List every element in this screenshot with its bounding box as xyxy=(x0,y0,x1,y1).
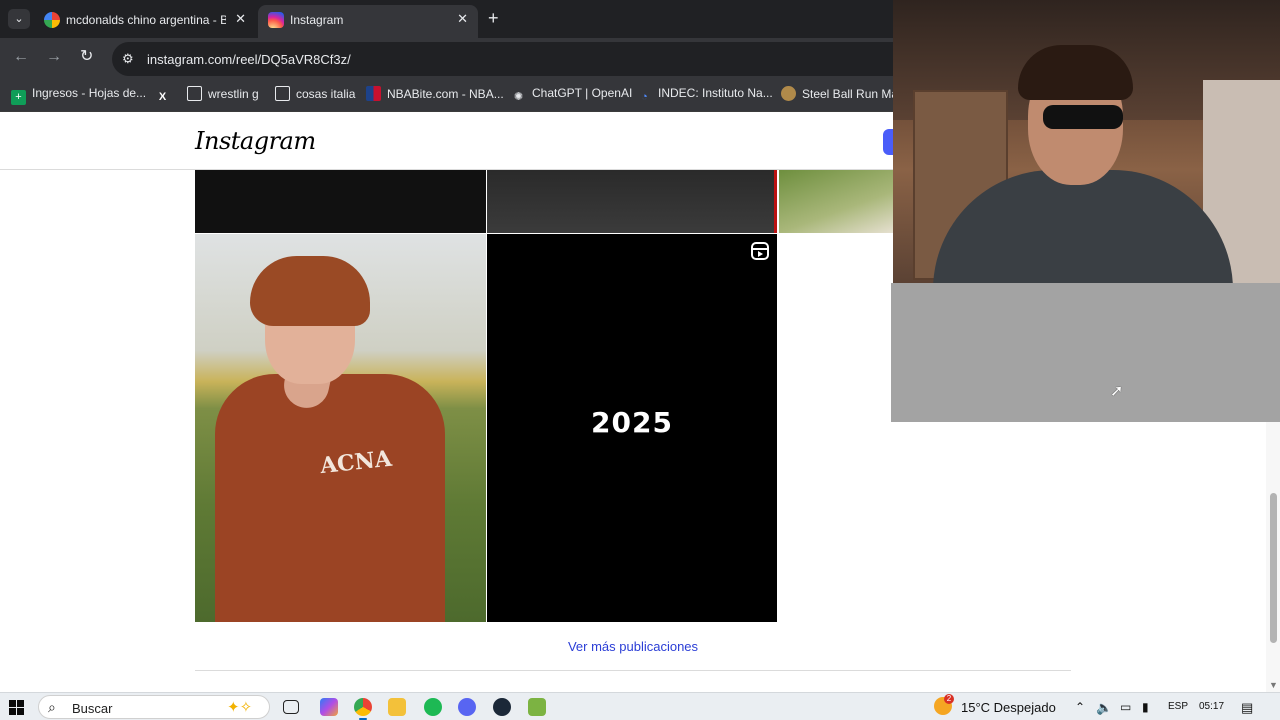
sunglasses-icon xyxy=(1043,105,1123,129)
browser-toolbar: ← → ↻ ⚙ instagram.com/reel/DQ5aVR8Cf3z/ xyxy=(0,38,912,78)
reel-title-text: 2025 xyxy=(591,406,673,439)
bookmark-label: cosas italia xyxy=(296,87,356,101)
search-placeholder: Buscar xyxy=(72,701,113,716)
bookmark-steel-ball-run[interactable]: Steel Ball Run Man xyxy=(781,86,905,104)
person-hair xyxy=(250,256,370,326)
webcam-overlay xyxy=(893,0,1280,283)
bookmark-x[interactable]: X xyxy=(155,86,176,104)
post-thumbnail[interactable] xyxy=(779,170,893,233)
file-explorer-icon[interactable] xyxy=(388,698,406,716)
divider xyxy=(195,670,1071,671)
bookmark-label: Ingresos - Hojas de... xyxy=(32,86,147,100)
mouse-cursor-icon: ➚ xyxy=(1110,383,1124,400)
reel-thumbnail[interactable]: 2025 xyxy=(487,234,777,622)
bookmark-nbabite[interactable]: NBABite.com - NBA... xyxy=(366,86,504,104)
bookmark-chatgpt[interactable]: ✺ ChatGPT | OpenAI xyxy=(511,86,632,104)
copilot-sparkle-icon: ✦✧ xyxy=(227,699,253,716)
back-arrow-icon[interactable]: ← xyxy=(13,49,29,65)
folder-icon xyxy=(187,86,202,101)
new-tab-plus-icon[interactable]: + xyxy=(488,9,499,27)
bookmark-label: INDEC: Instituto Na... xyxy=(658,86,773,100)
bookmarks-bar: + Ingresos - Hojas de... X wrestlin g cos… xyxy=(0,78,905,112)
bookmark-ingresos[interactable]: + Ingresos - Hojas de... xyxy=(11,86,147,105)
reload-icon[interactable]: ↻ xyxy=(80,49,93,65)
clock-time[interactable]: 05:17 xyxy=(1199,701,1224,712)
search-icon: ⌕ xyxy=(48,699,56,715)
scroll-down-arrow-icon[interactable]: ▼ xyxy=(1269,680,1278,690)
tray-overflow-chevron-icon[interactable]: ⌃ xyxy=(1075,700,1085,714)
instagram-header: Instagram xyxy=(0,113,893,170)
battery-icon[interactable]: ▭ xyxy=(1120,700,1131,714)
copilot-icon[interactable] xyxy=(320,698,338,716)
bookmark-folder-italia[interactable]: cosas italia xyxy=(275,86,355,104)
post-thumbnail-photo[interactable]: ACNA xyxy=(195,234,486,622)
weather-text[interactable]: 15°C Despejado xyxy=(961,700,1056,715)
see-more-posts-label: Ver más publicaciones xyxy=(567,639,699,654)
windows-start-icon[interactable] xyxy=(9,700,24,715)
folder-icon xyxy=(275,86,290,101)
notification-badge: 2 xyxy=(944,694,954,704)
notifications-icon[interactable]: ▤ xyxy=(1241,700,1253,716)
chrome-icon[interactable] xyxy=(354,698,372,716)
see-more-posts-link[interactable]: Ver más publicaciones xyxy=(0,639,1266,654)
windows-taskbar: ⌕ Buscar ✦✧ 2 15°C Despejado ⌃ 🔈 ▭ ▮ ESP… xyxy=(0,692,1280,720)
post-thumbnail[interactable] xyxy=(487,170,777,233)
spotify-icon[interactable] xyxy=(424,698,442,716)
tab-google-search[interactable]: mcdonalds chino argentina - Bu ✕ xyxy=(34,5,256,38)
tab-title: Instagram xyxy=(290,13,344,27)
indec-icon: ◔ xyxy=(641,91,648,103)
openai-icon: ✺ xyxy=(513,91,524,103)
x-icon: X xyxy=(158,91,167,103)
bookmark-label: Steel Ball Run Man xyxy=(802,87,905,101)
sign-up-button[interactable] xyxy=(883,129,893,155)
webcam-person-hair xyxy=(1018,45,1133,100)
language-indicator[interactable]: ESP xyxy=(1168,701,1188,712)
tab-title: mcdonalds chino argentina - Bu xyxy=(66,13,226,27)
bookmark-label: NBABite.com - NBA... xyxy=(387,87,504,101)
bookmark-folder-wrestling[interactable]: wrestlin g xyxy=(187,86,259,104)
tab-search-chevron-icon[interactable]: ⌄ xyxy=(8,9,30,29)
post-thumbnail[interactable] xyxy=(195,170,486,233)
overlay-blank-panel xyxy=(891,283,1280,422)
bookmark-label: wrestlin g xyxy=(208,87,259,101)
steam-icon[interactable] xyxy=(493,698,511,716)
forward-arrow-icon[interactable]: → xyxy=(46,49,62,65)
google-icon xyxy=(44,12,60,28)
discord-icon[interactable] xyxy=(458,698,476,716)
site-info-icon[interactable]: ⚙ xyxy=(122,51,138,67)
close-tab-icon[interactable]: ✕ xyxy=(235,11,246,27)
address-bar[interactable]: ⚙ instagram.com/reel/DQ5aVR8Cf3z/ xyxy=(112,42,912,76)
nba-icon xyxy=(366,86,381,101)
scrollbar-thumb[interactable] xyxy=(1270,493,1277,643)
browser-tab-strip: ⌄ mcdonalds chino argentina - Bu ✕ Insta… xyxy=(0,0,893,38)
android-app-icon[interactable] xyxy=(528,698,546,716)
instagram-logo[interactable]: Instagram xyxy=(195,127,316,155)
reels-icon xyxy=(751,242,769,260)
task-view-icon[interactable] xyxy=(283,700,299,714)
bookmark-label: ChatGPT | OpenAI xyxy=(532,86,633,100)
tab-instagram[interactable]: Instagram ✕ xyxy=(258,5,478,38)
bookmark-indec[interactable]: ◔ INDEC: Instituto Na... xyxy=(637,86,773,104)
speaker-icon[interactable]: 🔈 xyxy=(1096,700,1112,716)
taskbar-search-input[interactable]: ⌕ Buscar ✦✧ xyxy=(38,695,270,719)
sbr-icon xyxy=(781,86,796,101)
close-tab-icon[interactable]: ✕ xyxy=(457,11,468,27)
url-text[interactable]: instagram.com/reel/DQ5aVR8Cf3z/ xyxy=(147,52,351,67)
person-shirt xyxy=(215,374,445,622)
sheets-icon: + xyxy=(11,90,26,105)
microphone-icon[interactable]: ▮ xyxy=(1142,700,1149,714)
instagram-icon xyxy=(268,12,284,28)
